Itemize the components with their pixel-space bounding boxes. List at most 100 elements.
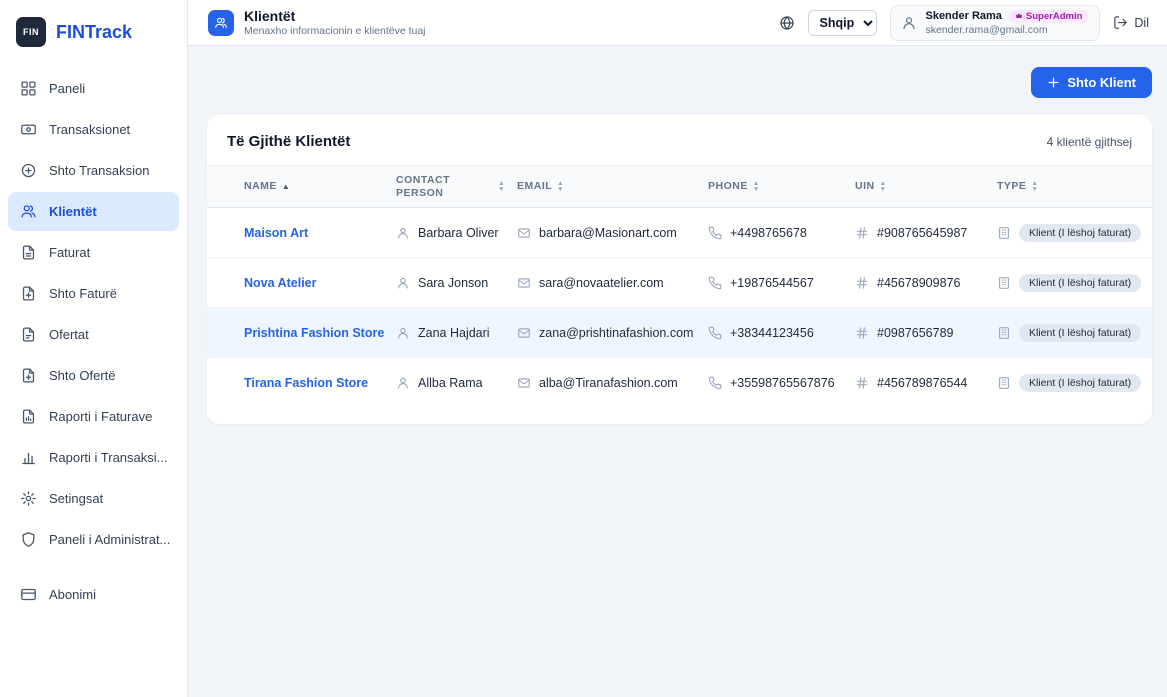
page-title-icon — [208, 10, 234, 36]
phone-icon — [708, 276, 722, 290]
contact-person-value: Barbara Oliver — [418, 226, 499, 240]
sort-icon — [1031, 181, 1038, 192]
column-header-email[interactable]: EMAIL — [517, 180, 708, 193]
sidebar: FIN FINTrack Paneli Transaksionet Shto T… — [0, 0, 188, 697]
sidebar-item-label: Klientët — [49, 204, 97, 219]
sidebar-item-setingsat[interactable]: Setingsat — [8, 479, 179, 518]
column-header-uin[interactable]: UIN — [855, 180, 997, 193]
phone-cell: +19876544567 — [708, 276, 855, 290]
clients-card: Të Gjithë Klientët 4 klientë gjithsej NA… — [207, 115, 1152, 424]
app-name: FINTrack — [56, 22, 132, 43]
page-subtitle: Menaxho informacionin e klientëve tuaj — [244, 25, 426, 37]
mail-icon — [517, 376, 531, 390]
top-header: Klientët Menaxho informacionin e klientë… — [188, 0, 1167, 46]
uin-cell: #456789876544 — [855, 376, 997, 390]
sort-icon — [557, 181, 564, 192]
avatar-icon — [901, 15, 917, 31]
client-name-link[interactable]: Prishtina Fashion Store — [244, 326, 396, 340]
column-header-type[interactable]: TYPE — [997, 180, 1128, 193]
hash-icon — [855, 226, 869, 240]
sidebar-item-label: Transaksionet — [49, 122, 130, 137]
sidebar-item-label: Ofertat — [49, 327, 89, 342]
building-icon — [997, 376, 1011, 390]
column-header-name[interactable]: NAME — [244, 180, 396, 193]
sidebar-item-ofertat[interactable]: Ofertat — [8, 315, 179, 354]
user-info: Skender Rama SuperAdmin skender.rama@gma… — [925, 10, 1089, 36]
globe-icon[interactable] — [779, 15, 795, 31]
sidebar-item-transaksionet[interactable]: Transaksionet — [8, 110, 179, 149]
uin-cell: #908765645987 — [855, 226, 997, 240]
contact-person-cell: Sara Jonson — [396, 276, 517, 290]
client-name-link[interactable]: Maison Art — [244, 226, 396, 240]
phone-cell: +38344123456 — [708, 326, 855, 340]
email-cell: sara@novaatelier.com — [517, 276, 708, 290]
client-name-link[interactable]: Nova Atelier — [244, 276, 396, 290]
phone-icon — [708, 226, 722, 240]
gear-icon — [20, 490, 37, 507]
sidebar-item-faturat[interactable]: Faturat — [8, 233, 179, 272]
file-report-icon — [20, 408, 37, 425]
users-icon — [20, 203, 37, 220]
column-label: UIN — [855, 180, 875, 193]
logout-button[interactable]: Dil — [1113, 15, 1149, 30]
person-icon — [396, 226, 410, 240]
table-row[interactable]: Nova Atelier Sara Jonson sara@novaatelie… — [207, 258, 1152, 308]
card-title: Të Gjithë Klientët — [227, 133, 350, 150]
table-row[interactable]: Tirana Fashion Store Allba Rama alba@Tir… — [207, 358, 1152, 408]
sidebar-item-shto-oferte[interactable]: Shto Ofertë — [8, 356, 179, 395]
client-count: 4 klientë gjithsej — [1047, 135, 1132, 149]
mail-icon — [517, 226, 531, 240]
sidebar-item-paneli[interactable]: Paneli — [8, 69, 179, 108]
sidebar-item-label: Faturat — [49, 245, 90, 260]
contact-person-cell: Zana Hajdari — [396, 326, 517, 340]
mail-icon — [517, 276, 531, 290]
column-header-phone[interactable]: PHONE — [708, 180, 855, 193]
email-value: sara@novaatelier.com — [539, 276, 664, 290]
user-chip[interactable]: Skender Rama SuperAdmin skender.rama@gma… — [890, 5, 1100, 41]
plus-icon — [1047, 76, 1060, 89]
building-icon — [997, 326, 1011, 340]
sort-asc-icon — [282, 183, 290, 191]
building-icon — [997, 226, 1011, 240]
credit-card-icon — [20, 586, 37, 603]
role-badge: SuperAdmin — [1008, 10, 1089, 23]
sidebar-item-klientet[interactable]: Klientët — [8, 192, 179, 231]
sort-icon — [753, 181, 760, 192]
table-row[interactable]: Maison Art Barbara Oliver barbara@Masion… — [207, 208, 1152, 258]
page-title-block: Klientët Menaxho informacionin e klientë… — [244, 8, 426, 37]
type-cell: Klient (I lëshoj faturat) — [997, 224, 1151, 242]
add-client-button[interactable]: Shto Klient — [1031, 67, 1152, 98]
logout-label: Dil — [1134, 16, 1149, 30]
sidebar-nav: Paneli Transaksionet Shto Transaksion Kl… — [0, 65, 187, 618]
sidebar-item-shto-fature[interactable]: Shto Faturë — [8, 274, 179, 313]
client-name-link[interactable]: Tirana Fashion Store — [244, 376, 396, 390]
client-type-badge: Klient (I lëshoj faturat) — [1019, 274, 1141, 292]
sidebar-item-shto-transaksion[interactable]: Shto Transaksion — [8, 151, 179, 190]
client-type-badge: Klient (I lëshoj faturat) — [1019, 374, 1141, 392]
column-label: CONTACT PERSON — [396, 174, 493, 200]
sidebar-item-raporti-faturave[interactable]: Raporti i Faturave — [8, 397, 179, 436]
column-label: EMAIL — [517, 180, 552, 193]
phone-icon — [708, 376, 722, 390]
sidebar-item-label: Raporti i Transaksi... — [49, 450, 168, 465]
sidebar-item-paneli-administratorit[interactable]: Paneli i Administrat... — [8, 520, 179, 559]
client-type-badge: Klient (I lëshoj faturat) — [1019, 324, 1141, 342]
language-select[interactable]: Shqip — [808, 10, 877, 36]
phone-value: +35598765567876 — [730, 376, 835, 390]
type-cell: Klient (I lëshoj faturat) — [997, 374, 1151, 392]
table-row[interactable]: Prishtina Fashion Store Zana Hajdari zan… — [207, 308, 1152, 358]
column-header-contact-person[interactable]: CONTACT PERSON — [396, 174, 517, 200]
person-icon — [396, 326, 410, 340]
app-logo-icon: FIN — [16, 17, 46, 47]
table-header-row: NAME CONTACT PERSON EMAIL PHONE UIN — [207, 165, 1152, 208]
sidebar-item-abonimi[interactable]: Abonimi — [8, 575, 179, 614]
email-value: barbara@Masionart.com — [539, 226, 677, 240]
email-value: zana@prishtinafashion.com — [539, 326, 693, 340]
file-plus-icon — [20, 367, 37, 384]
building-icon — [997, 276, 1011, 290]
phone-icon — [708, 326, 722, 340]
sidebar-item-raporti-transaksioneve[interactable]: Raporti i Transaksi... — [8, 438, 179, 477]
uin-value: #908765645987 — [877, 226, 967, 240]
plus-circle-icon — [20, 162, 37, 179]
contact-person-value: Zana Hajdari — [418, 326, 490, 340]
